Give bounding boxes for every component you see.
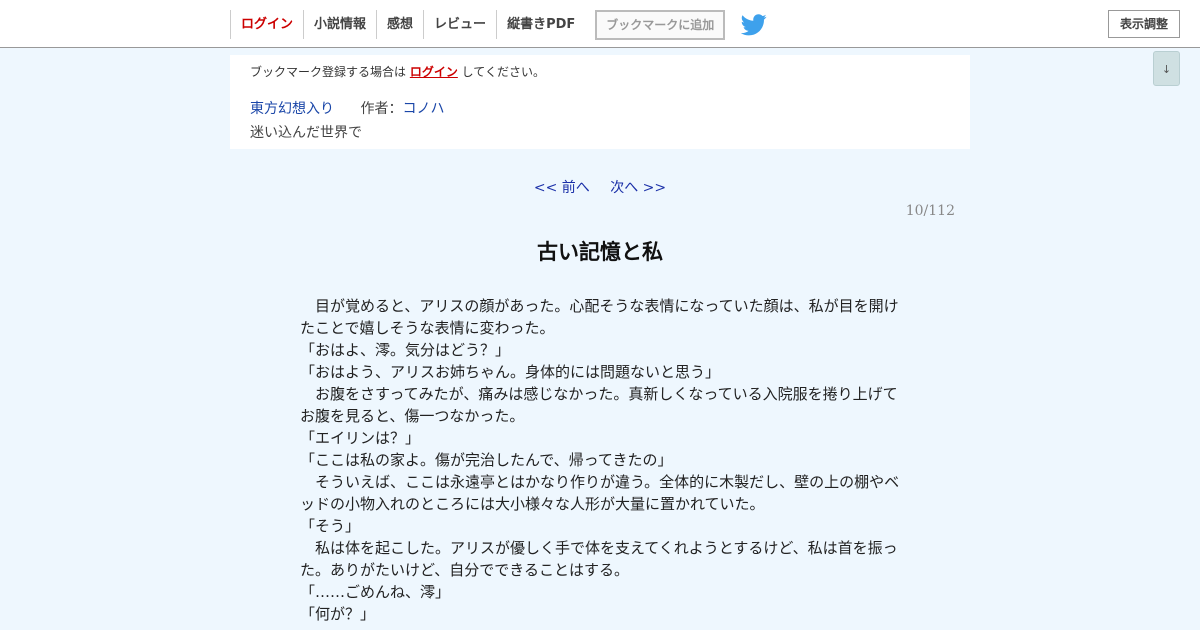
site-header: ログイン 小説情報 感想 レビュー 縦書きPDF ブックマークに追加 表示調整 — [0, 0, 1200, 48]
add-bookmark-button[interactable]: ブックマークに追加 — [595, 9, 726, 40]
novel-subtitle: 迷い込んだ世界で — [250, 125, 362, 141]
novel-title-link[interactable]: 東方幻想入り — [250, 101, 334, 117]
nav-login[interactable]: ログイン — [230, 10, 303, 39]
body-paragraph: 「エイリンは？」 — [300, 429, 421, 447]
chapter-body: 目が覚めると、アリスの顔があった。心配そうな表情になっていた顔は、私が目を開けた… — [300, 295, 900, 625]
body-paragraph: 「そう」 — [300, 517, 361, 535]
header-nav: ログイン 小説情報 感想 レビュー 縦書きPDF ブックマークに追加 — [230, 9, 767, 40]
author-label: 作者： — [360, 101, 403, 117]
body-paragraph: 「何が？」 — [300, 605, 376, 623]
bookmark-login-note: ブックマーク登録する場合は ログイン してください。 — [250, 63, 545, 80]
body-paragraph: 「おはよ、澪。気分はどう？」 — [300, 341, 511, 359]
next-chapter-link[interactable]: 次へ >> — [610, 180, 666, 196]
body-paragraph: 目が覚めると、アリスの顔があった。心配そうな表情になっていた顔は、私が目を開けた… — [300, 297, 899, 337]
nav-review[interactable]: レビュー — [423, 10, 496, 39]
novel-info-box: ブックマーク登録する場合は ログイン してください。 東方幻想入り 作者：コノハ… — [230, 55, 970, 149]
body-paragraph: 私は体を起こした。アリスが優しく手で体を支えてくれようとするけど、私は首を振った… — [300, 539, 898, 579]
body-paragraph: そういえば、ここは永遠亭とはかなり作りが違う。全体的に木製だし、壁の上の棚やベッ… — [300, 473, 900, 513]
bookmark-login-link[interactable]: ログイン — [410, 65, 458, 79]
body-paragraph: 「ここは私の家よ。傷が完治したんで、帰ってきたの」 — [300, 451, 673, 469]
prev-chapter-link[interactable]: << 前へ — [534, 180, 590, 196]
body-paragraph: 「おはよう、アリスお姉ちゃん。身体的には問題ないと思う」 — [300, 363, 721, 381]
twitter-bird-icon[interactable] — [741, 13, 767, 36]
chapter-title: 古い記憶と私 — [537, 240, 663, 264]
chapter-count: 10/112 — [905, 203, 955, 219]
author-link[interactable]: コノハ — [402, 101, 444, 117]
bookmark-note-before: ブックマーク登録する場合は — [250, 65, 410, 79]
bookmark-note-after: してください。 — [457, 65, 545, 79]
body-paragraph: 「……ごめんね、澪」 — [300, 583, 451, 601]
display-settings-button[interactable]: 表示調整 — [1108, 10, 1180, 38]
nav-impressions[interactable]: 感想 — [376, 10, 423, 39]
nav-vertical-pdf[interactable]: 縦書きPDF — [496, 10, 585, 39]
novel-title-line: 東方幻想入り 作者：コノハ — [250, 98, 444, 118]
nav-novel-info[interactable]: 小説情報 — [303, 10, 376, 39]
scroll-down-button[interactable]: ↓ — [1153, 51, 1180, 86]
body-paragraph: お腹をさすってみたが、痛みは感じなかった。真新しくなっている入院服を捲り上げてお… — [300, 385, 898, 425]
down-arrow-icon: ↓ — [1161, 63, 1172, 76]
chapter-pager: << 前へ 次へ >> — [0, 177, 1200, 197]
